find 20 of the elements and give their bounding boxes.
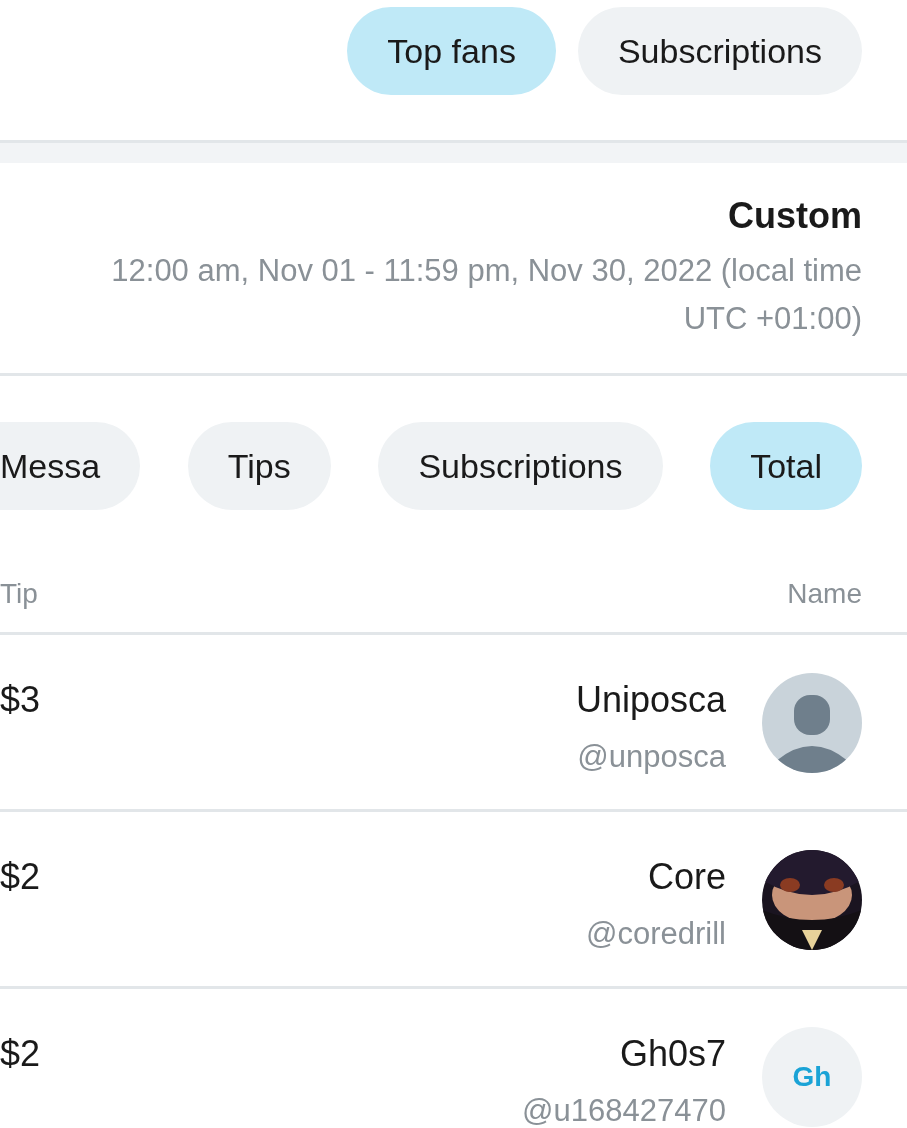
tip-amount: $3	[0, 679, 41, 721]
filter-tab[interactable]: Tips	[187, 422, 331, 510]
filter-tab[interactable]: Messa	[0, 422, 141, 510]
column-header: Name	[787, 578, 862, 610]
user-handle: @u168427470	[522, 1093, 726, 1128]
user-name: Uniposca	[575, 679, 726, 721]
date-range: 12:00 am, Nov 01 - 11:59 pm, Nov 30, 2022 (local time UTC +01:00)	[110, 252, 862, 338]
user-name: Gh0s7	[619, 1033, 726, 1075]
user-handle: @unposca	[577, 739, 726, 775]
period-title: Custom	[728, 195, 862, 237]
tip-amount: $2	[0, 1033, 41, 1075]
column-header: Tip	[0, 578, 38, 610]
user-name: Core	[647, 856, 726, 898]
tip-amount: $2	[0, 856, 41, 898]
initials-avatar: Gh	[762, 1027, 862, 1127]
filter-tab[interactable]: Top fans	[347, 7, 556, 95]
filter-tab[interactable]: Subscriptions	[378, 422, 663, 510]
user-handle: @coredrill	[586, 916, 726, 952]
filter-tab[interactable]: Subscriptions	[577, 7, 862, 95]
filter-tab[interactable]: Total	[710, 422, 862, 510]
